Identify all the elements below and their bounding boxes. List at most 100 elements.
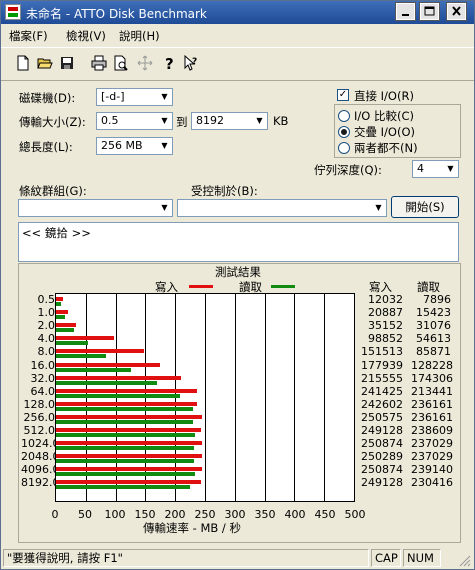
controlled-by-select[interactable]: ▼ [177,199,387,217]
move-icon[interactable] [137,55,153,71]
total-length-value: 256 MB [101,139,143,152]
total-length-label: 總長度(L): [19,140,73,154]
gridline [235,294,236,501]
chevron-down-icon: ▼ [161,141,168,150]
chevron-down-icon: ▼ [161,116,168,125]
write-value: 151513 [361,345,403,359]
read-value: 15423 [416,306,451,320]
read-value: 31076 [416,319,451,333]
transfer-from-select[interactable]: 0.5 ▼ [96,112,173,130]
queue-depth-label: 佇列深度(Q): [314,163,382,177]
queue-depth-select[interactable]: 4 ▼ [412,160,459,178]
save-icon[interactable] [59,55,75,71]
read-value: 7896 [423,293,451,306]
write-bar [56,310,68,314]
context-help-icon[interactable]: ? [183,55,199,71]
y-tick-label: 8.0 [37,345,56,359]
controlled-by-label: 受控制於(B): [191,184,258,198]
minimize-button[interactable] [395,2,416,21]
menu-view[interactable]: 檢視(V) [66,28,106,44]
read-value: 236161 [411,410,453,424]
direct-io-checkbox[interactable]: ✓ [337,89,349,101]
maximize-button[interactable] [419,2,440,21]
new-file-icon[interactable] [15,55,31,71]
write-value: 98852 [368,332,403,346]
write-value: 177939 [361,358,403,372]
x-tick-label: 350 [254,508,276,521]
read-value: 230416 [411,476,453,490]
x-axis-title: 傳輸速率 - MB / 秒 [143,521,241,535]
radio-io-compare[interactable] [338,110,350,122]
write-bar [56,389,197,393]
close-button[interactable] [446,2,467,21]
read-bar [56,354,106,358]
read-bar [56,394,180,398]
transfer-to-value: 8192 [196,114,224,127]
write-bar [56,454,202,458]
open-folder-icon[interactable] [37,55,53,71]
queue-depth-value: 4 [417,162,424,175]
chevron-down-icon: ▼ [161,92,168,101]
write-value: 250874 [361,437,403,451]
menu-file[interactable]: 檔案(F) [9,28,48,44]
write-value: 35152 [368,319,403,333]
total-length-select[interactable]: 256 MB ▼ [96,137,173,155]
y-tick-label: 64.0 [30,384,56,398]
y-tick-label: 4.0 [37,332,56,346]
log-area[interactable]: << 鏡拾 >> [18,222,459,262]
y-tick-label: 0.5 [37,293,56,306]
y-tick-label: 1024.0 [21,437,60,451]
write-bar [56,467,202,471]
print-icon[interactable] [91,55,107,71]
minimize-icon [402,14,409,16]
write-bar [56,376,181,380]
read-value: 238609 [411,424,453,437]
y-tick-label: 2.0 [37,319,56,333]
chevron-down-icon: ▼ [161,203,168,212]
start-button[interactable]: 開始(S) [391,196,459,218]
chevron-down-icon: ▼ [447,164,454,173]
gridline [294,294,295,501]
print-preview-icon[interactable] [113,55,129,71]
read-bar [56,485,190,489]
kb-label: KB [273,114,289,128]
read-value: 239140 [411,463,453,477]
chevron-down-icon: ▼ [375,203,382,212]
y-tick-label: 32.0 [30,371,56,385]
read-bar [56,381,157,385]
transfer-size-label: 傳輸大小(Z): [19,115,86,129]
read-bar [56,446,194,450]
direct-io-label: 直接 I/O(R) [354,89,414,103]
x-tick-label: 100 [104,508,126,521]
read-bar [56,368,131,372]
svg-text:?: ? [192,57,197,67]
x-tick-label: 450 [314,508,336,521]
read-value: 174306 [411,371,453,385]
read-bar [56,341,88,345]
write-bar [56,480,201,484]
stripe-group-select[interactable]: ▼ [18,199,173,217]
help-icon[interactable]: ? [161,55,177,71]
y-tick-label: 4096.0 [21,463,60,477]
legend-write-swatch [189,285,213,288]
resize-grip-icon[interactable] [457,553,471,567]
read-bar [56,328,74,332]
read-value: 128228 [411,358,453,372]
write-value: 249128 [361,476,403,490]
drive-select[interactable]: [-d-] ▼ [96,88,173,106]
radio-neither[interactable] [338,142,350,154]
app-icon[interactable] [5,4,21,20]
gridline [324,294,325,501]
stripe-group-label: 條紋群組(G): [19,184,87,198]
neither-label: 兩者都不(N) [354,141,418,155]
svg-text:?: ? [165,55,174,71]
write-bar [56,402,197,406]
menu-help[interactable]: 說明(H) [119,28,160,44]
transfer-to-select[interactable]: 8192 ▼ [191,112,268,130]
read-bar [56,459,194,463]
title-bar[interactable]: 未命名 - ATTO Disk Benchmark [1,1,474,24]
read-value: 85871 [416,345,451,359]
radio-overlapped-io[interactable] [338,126,350,138]
io-compare-label: I/O 比較(C) [354,109,414,123]
write-bar [56,428,201,432]
